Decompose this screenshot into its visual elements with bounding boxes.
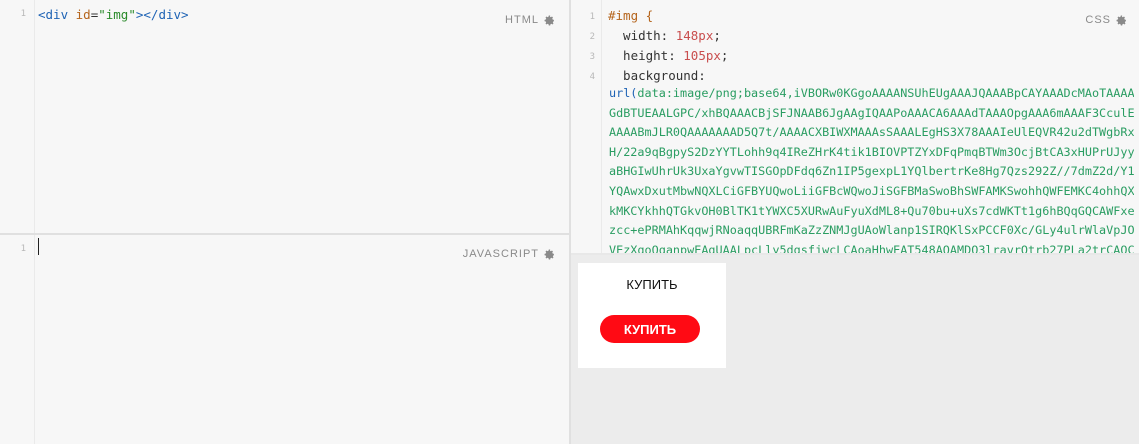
gear-icon[interactable] [544,249,555,260]
css-panel-label[interactable]: CSS [1085,14,1127,26]
css-code[interactable]: #img { width: 148px; height: 105px; back… [608,6,1139,86]
code-token: id [75,7,91,22]
line-number: 1 [20,9,26,19]
js-label-text: JAVASCRIPT [462,248,539,260]
base64-line: data:image/png;base64,iVBORw0KGgoAAAANSU… [637,86,1134,100]
buy-text: КУПИТЬ [626,277,678,292]
js-panel-label[interactable]: JAVASCRIPT [463,248,555,260]
base64-line: kMKCYkhhQTGkvOH0BlTK1tYWXC5XURwAuFyuXdML… [609,203,1134,218]
javascript-editor-panel[interactable]: 1 JAVASCRIPT [0,235,569,444]
html-panel-label[interactable]: HTML [505,14,555,26]
line-number: 4 [589,72,595,82]
base64-line: VEzXqoQqanpwEAgUAALpcLly5dgsfjwcLCAoaHhw… [609,242,1134,253]
code-token: height: [608,48,684,63]
base64-line: YQAwxDxutMbwNQXLCiGFBYUQwoLiiGFBcWQwoJiS… [609,183,1134,198]
css-gutter: 1 2 3 4 [571,0,602,253]
code-token: 148px [675,28,714,43]
code-token: url( [609,86,638,100]
html-code[interactable]: <div id="img"></div> [38,5,569,25]
gear-icon[interactable] [544,15,555,26]
base64-line: GdBTUEAALGPC/xhBQAAACBjSFJNAAB6JgAAgIQAA… [609,105,1134,120]
code-token: 105px [683,48,721,63]
code-token: ></div> [135,7,189,22]
line-number: 2 [589,32,595,42]
gear-icon[interactable] [1116,15,1127,26]
html-gutter: 1 [0,0,35,233]
html-label-text: HTML [505,14,539,26]
base64-line: AAAABmJLR0QAAAAAAAD5Q7t/AAAACXBIWXMAAAsS… [609,125,1134,140]
css-editor-panel[interactable]: 1 2 3 4 #img { width: 148px; height: 105… [571,0,1139,253]
code-token: #img { [608,8,654,23]
code-token: width: [608,28,676,43]
buy-button[interactable]: КУПИТЬ [600,315,700,343]
js-gutter: 1 [0,235,35,444]
code-token: "img" [98,7,136,22]
text-cursor [38,238,39,255]
base64-line: aBHGIwUhrUk3UxaYgvwTISGOpDFdq6Zn1IP5gexp… [609,164,1134,179]
line-number: 1 [589,12,595,22]
result-image: КУПИТЬ КУПИТЬ [578,263,726,368]
css-base64-data[interactable]: url(data:image/png;base64,iVBORw0KGgoAAA… [609,84,1134,253]
code-token: background: [608,68,706,83]
css-label-text: CSS [1085,14,1111,26]
html-editor-panel[interactable]: 1 <div id="img"></div> HTML [0,0,569,233]
line-number: 3 [589,52,595,62]
line-number: 1 [20,244,26,254]
base64-line: zcc+ePRMAhKqqwjRNoaqqUBRFmKaZzZNMJgUAoWl… [609,223,1134,238]
base64-line: H/22a9qBgpyS2DzYYTLohh9q4IReZHrK4tik1BIO… [609,144,1134,159]
code-token: <div [38,7,69,22]
